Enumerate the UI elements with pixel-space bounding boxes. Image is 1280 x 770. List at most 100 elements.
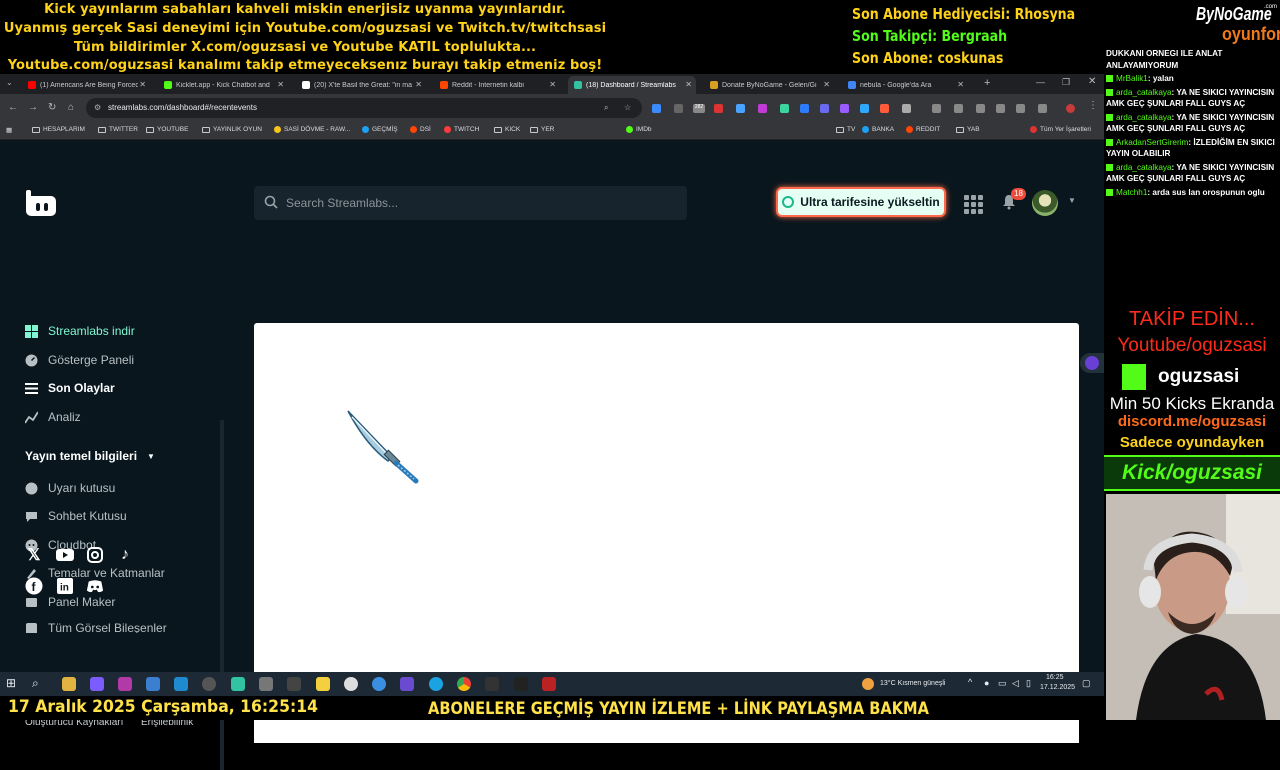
search-icon[interactable]: ⌕ <box>32 676 39 691</box>
bookmark-item[interactable]: IMDb <box>626 126 652 133</box>
forward-icon[interactable]: → <box>28 102 38 113</box>
bookmark-item[interactable]: BANKA <box>862 126 894 133</box>
sidebar-item-panel-maker[interactable]: Panel Maker <box>25 595 115 609</box>
bookmark-item[interactable]: SASİ DÖVME - RAW... <box>274 126 350 133</box>
tray-chevron-icon[interactable]: ^ <box>968 677 972 687</box>
download-icon[interactable] <box>976 104 985 113</box>
apps-grid-icon[interactable]: ▦ <box>6 126 12 134</box>
app-icon[interactable] <box>372 677 386 691</box>
extension-icon[interactable] <box>714 104 723 113</box>
close-tab-icon[interactable]: ✕ <box>277 80 284 89</box>
browser-tab[interactable]: (18) Dashboard / Streamlabs ✕ <box>568 76 696 94</box>
notifications-icon[interactable]: ▢ <box>1082 678 1091 689</box>
discord-icon[interactable] <box>86 577 104 595</box>
sidebar-item-analytics[interactable]: Analiz <box>25 410 81 424</box>
sidebar-toggle-icon[interactable] <box>1038 104 1047 113</box>
network-icon[interactable]: ▭ <box>998 678 1007 689</box>
app-icon[interactable] <box>146 677 160 691</box>
close-tab-icon[interactable]: ✕ <box>957 80 964 89</box>
extension-icon[interactable] <box>1016 104 1025 113</box>
extension-icon[interactable] <box>932 104 941 113</box>
avatar[interactable] <box>1032 190 1058 216</box>
search-input[interactable] <box>286 194 666 212</box>
x-twitter-icon[interactable]: 𝕏 <box>25 546 43 564</box>
app-icon[interactable] <box>514 677 528 691</box>
bookmark-item[interactable]: GEÇMİŞ <box>362 126 398 133</box>
bookmark-item[interactable]: YAB <box>956 126 980 133</box>
bookmark-item[interactable]: REDDIT <box>906 126 940 133</box>
browser-menu-icon[interactable]: ⋮ <box>1088 100 1098 111</box>
bookmark-item[interactable]: Tüm Yer İşaretleri <box>1030 126 1091 133</box>
sidebar-item-chat-box[interactable]: Sohbet Kutusu <box>25 509 127 523</box>
onenote-icon[interactable] <box>118 677 132 691</box>
clock-time[interactable]: 16:25 <box>1046 674 1064 681</box>
history-icon[interactable] <box>954 104 963 113</box>
extension-icon[interactable] <box>840 104 849 113</box>
sidebar-item-alert-box[interactable]: Uyarı kutusu <box>25 481 115 495</box>
bookmark-item[interactable]: HESAPLARIM <box>32 126 85 133</box>
close-tab-icon[interactable]: ✕ <box>415 80 422 89</box>
bookmark-item[interactable]: YAYINLIK OYUN <box>202 126 262 133</box>
app-icon[interactable] <box>344 677 358 691</box>
extension-badge[interactable]: 282 <box>693 104 705 113</box>
app-icon[interactable] <box>542 677 556 691</box>
close-window-icon[interactable]: ✕ <box>1088 76 1096 87</box>
sidebar-item-dashboard[interactable]: Gösterge Paneli <box>25 353 134 367</box>
close-tab-icon[interactable]: ✕ <box>823 80 830 89</box>
minimize-icon[interactable]: — <box>1036 77 1045 87</box>
bookmark-item[interactable]: DSİ <box>410 126 431 133</box>
close-tab-icon[interactable]: ✕ <box>139 80 146 89</box>
close-tab-icon[interactable]: ✕ <box>549 80 556 89</box>
floating-extension-button[interactable] <box>1080 353 1104 373</box>
search-bar[interactable] <box>254 186 687 220</box>
chevron-down-icon[interactable]: ▼ <box>1068 196 1076 205</box>
tab-search-icon[interactable]: ⌄ <box>6 78 13 87</box>
file-explorer-icon[interactable] <box>62 677 76 691</box>
youtube-icon[interactable] <box>56 546 74 564</box>
url-field[interactable]: ⚙ streamlabs.com/dashboard#/recentevents… <box>86 98 642 118</box>
weather-text[interactable]: 13°C Kısmen güneşli <box>880 680 945 687</box>
bookmark-item[interactable]: KICK <box>494 126 520 133</box>
maximize-icon[interactable]: ❐ <box>1062 77 1070 88</box>
new-tab-plus-icon[interactable]: + <box>984 77 990 89</box>
streamlabs-taskbar-icon[interactable] <box>231 677 245 691</box>
bookmark-item[interactable]: TWITTER <box>98 126 138 133</box>
tiktok-icon[interactable]: ♪ <box>116 546 134 564</box>
browser-tab[interactable]: Reddit - İnternetin kalbi ✕ <box>434 76 560 94</box>
app-icon[interactable] <box>316 677 330 691</box>
linkedin-icon[interactable]: in <box>56 577 74 595</box>
reload-icon[interactable]: ↻ <box>48 102 56 113</box>
sidebar-section-stream-basics[interactable]: Yayın temel bilgileri ▼ <box>25 449 155 463</box>
bookmark-item[interactable]: TWITCH <box>444 126 479 133</box>
back-icon[interactable]: ← <box>8 102 18 113</box>
extension-icon[interactable] <box>860 104 869 113</box>
extension-icon[interactable] <box>758 104 767 113</box>
extensions-puzzle-icon[interactable] <box>902 104 911 113</box>
extension-icon[interactable] <box>652 104 661 113</box>
bookmark-star-icon[interactable]: ☆ <box>624 103 631 112</box>
bookmark-item[interactable]: TV <box>836 126 855 133</box>
app-icon[interactable] <box>287 677 301 691</box>
sidebar-item-download[interactable]: Streamlabs indir <box>25 324 135 338</box>
apps-grid-icon[interactable] <box>964 195 983 214</box>
extension-icon[interactable] <box>880 104 889 113</box>
extension-icon[interactable] <box>736 104 745 113</box>
volume-icon[interactable]: ◁ <box>1012 678 1019 689</box>
instagram-icon[interactable] <box>86 546 104 564</box>
bookmark-item[interactable]: YER <box>530 126 554 133</box>
trash-icon[interactable] <box>996 104 1005 113</box>
extension-icon[interactable] <box>674 104 683 113</box>
app-icon[interactable] <box>174 677 188 691</box>
camera-icon[interactable] <box>259 677 273 691</box>
home-icon[interactable]: ⌂ <box>68 102 74 113</box>
zoom-icon[interactable]: ⌕ <box>604 103 608 113</box>
upgrade-ultra-button[interactable]: Ultra tarifesine yükseltin <box>776 187 946 217</box>
windows-start-icon[interactable]: ⊞ <box>6 676 16 690</box>
app-icon[interactable] <box>485 677 499 691</box>
browser-tab[interactable]: (1) Americans Are Being Forced ✕ <box>22 76 150 94</box>
app-icon[interactable] <box>400 677 414 691</box>
app-icon[interactable] <box>202 677 216 691</box>
sidebar-item-all-widgets[interactable]: Tüm Görsel Bileşenler <box>25 623 167 633</box>
browser-tab[interactable]: nebula - Google'da Ara ✕ <box>842 76 968 94</box>
battery-icon[interactable]: ▯ <box>1026 678 1031 689</box>
